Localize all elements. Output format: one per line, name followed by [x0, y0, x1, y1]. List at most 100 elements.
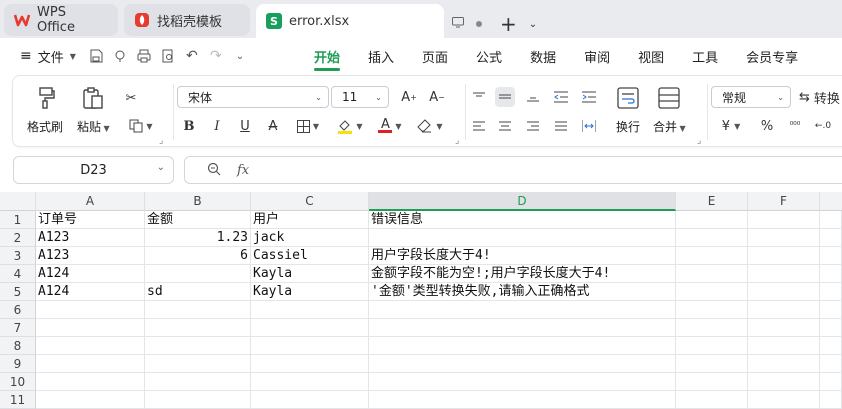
- cell-f8[interactable]: [748, 337, 820, 355]
- column-header-b[interactable]: B: [145, 192, 251, 211]
- cell-x9[interactable]: [820, 355, 842, 373]
- tab-wps-office[interactable]: WPS Office: [4, 4, 118, 36]
- chevron-down-icon[interactable]: ⌄: [230, 46, 250, 66]
- cell-a4[interactable]: A124: [36, 265, 145, 283]
- cell-b11[interactable]: [145, 391, 251, 409]
- cell-e3[interactable]: [676, 247, 748, 265]
- cell-x11[interactable]: [820, 391, 842, 409]
- row-header-3[interactable]: 3: [0, 247, 36, 265]
- tab-home[interactable]: 开始: [300, 38, 354, 74]
- tab-review[interactable]: 审阅: [570, 38, 624, 74]
- cell-b8[interactable]: [145, 337, 251, 355]
- align-left-icon[interactable]: [469, 116, 489, 136]
- cell-c11[interactable]: [251, 391, 369, 409]
- number-format-select[interactable]: 常规 ⌄: [711, 86, 791, 108]
- cut-icon[interactable]: ✂: [121, 88, 141, 108]
- row-header-6[interactable]: 6: [0, 301, 36, 319]
- cell-a5[interactable]: A124: [36, 283, 145, 301]
- wrap-text-button[interactable]: 换行: [615, 84, 641, 135]
- save-icon[interactable]: [86, 46, 106, 66]
- cell-f5[interactable]: [748, 283, 820, 301]
- align-bottom-icon[interactable]: [523, 87, 543, 107]
- tab-docer-templates[interactable]: 找稻壳模板: [124, 4, 250, 36]
- formula-input[interactable]: fx: [184, 156, 842, 184]
- currency-format-icon[interactable]: ¥ ▼: [713, 116, 749, 136]
- row-header-11[interactable]: 11: [0, 391, 36, 409]
- print-icon[interactable]: [134, 46, 154, 66]
- cell-c7[interactable]: [251, 319, 369, 337]
- tab-error-xlsx[interactable]: S error.xlsx: [256, 4, 444, 38]
- italic-icon[interactable]: I: [207, 116, 227, 136]
- cell-b1[interactable]: 金额: [145, 211, 251, 229]
- name-box[interactable]: D23 ⌄: [13, 156, 174, 184]
- column-header-d[interactable]: D: [369, 192, 676, 211]
- cell-d7[interactable]: [369, 319, 676, 337]
- print-preview-icon[interactable]: [158, 46, 178, 66]
- redo-icon[interactable]: ↷: [206, 46, 226, 66]
- cell-x7[interactable]: [820, 319, 842, 337]
- cell-e5[interactable]: [676, 283, 748, 301]
- cell-a10[interactable]: [36, 373, 145, 391]
- file-menu-button[interactable]: ≡ 文件 ▼: [14, 43, 82, 69]
- cell-d9[interactable]: [369, 355, 676, 373]
- cell-b9[interactable]: [145, 355, 251, 373]
- cell-e6[interactable]: [676, 301, 748, 319]
- cell-a6[interactable]: [36, 301, 145, 319]
- cell-x5[interactable]: [820, 283, 842, 301]
- row-header-4[interactable]: 4: [0, 265, 36, 283]
- increase-font-icon[interactable]: A +: [399, 87, 419, 107]
- distributed-align-icon[interactable]: [579, 116, 599, 136]
- thousands-separator-icon[interactable]: ⁰⁰⁰: [785, 116, 805, 136]
- row-header-9[interactable]: 9: [0, 355, 36, 373]
- alignment-dialog-launcher-icon[interactable]: ⌟: [697, 136, 701, 146]
- cell-d10[interactable]: [369, 373, 676, 391]
- cell-d5[interactable]: '金额'类型转换失败,请输入正确格式: [369, 283, 676, 301]
- cell-d8[interactable]: [369, 337, 676, 355]
- merge-cells-button[interactable]: 合并 ▼: [653, 84, 686, 135]
- font-name-select[interactable]: 宋体 ⌄: [177, 86, 329, 108]
- cell-f11[interactable]: [748, 391, 820, 409]
- row-header-7[interactable]: 7: [0, 319, 36, 337]
- cell-b5[interactable]: sd: [145, 283, 251, 301]
- cell-a8[interactable]: [36, 337, 145, 355]
- cell-x1[interactable]: [820, 211, 842, 229]
- cell-f3[interactable]: [748, 247, 820, 265]
- fill-color-icon[interactable]: ▼: [333, 116, 367, 136]
- zoom-search-icon[interactable]: [207, 162, 221, 179]
- cell-b3[interactable]: 6: [145, 247, 251, 265]
- cell-x4[interactable]: [820, 265, 842, 283]
- cell-f4[interactable]: [748, 265, 820, 283]
- cell-b6[interactable]: [145, 301, 251, 319]
- cell-e9[interactable]: [676, 355, 748, 373]
- cell-d2[interactable]: [369, 229, 676, 247]
- cell-c5[interactable]: Kayla: [251, 283, 369, 301]
- paste-button[interactable]: 粘贴 ▼: [77, 84, 110, 135]
- justify-icon[interactable]: [551, 116, 571, 136]
- strikethrough-icon[interactable]: A: [263, 116, 283, 136]
- borders-icon[interactable]: ▼: [291, 116, 325, 136]
- tab-view[interactable]: 视图: [624, 38, 678, 74]
- font-dialog-launcher-icon[interactable]: ⌟: [455, 136, 459, 146]
- cell-d3[interactable]: 用户字段长度大于4!: [369, 247, 676, 265]
- clipboard-dialog-launcher-icon[interactable]: ⌟: [159, 136, 163, 146]
- cell-f6[interactable]: [748, 301, 820, 319]
- cell-a2[interactable]: A123: [36, 229, 145, 247]
- tab-member[interactable]: 会员专享: [732, 38, 812, 74]
- font-size-select[interactable]: 11 ⌄: [331, 86, 389, 108]
- tab-page[interactable]: 页面: [408, 38, 462, 74]
- cell-d1[interactable]: 错误信息: [369, 211, 676, 229]
- align-top-icon[interactable]: [469, 87, 489, 107]
- cell-f2[interactable]: [748, 229, 820, 247]
- cell-e2[interactable]: [676, 229, 748, 247]
- cell-e1[interactable]: [676, 211, 748, 229]
- undo-icon[interactable]: ↶: [182, 46, 202, 66]
- cell-c6[interactable]: [251, 301, 369, 319]
- row-header-1[interactable]: 1: [0, 211, 36, 229]
- copy-icon[interactable]: ▼: [123, 116, 159, 136]
- percent-format-icon[interactable]: %: [757, 116, 777, 136]
- row-header-10[interactable]: 10: [0, 373, 36, 391]
- format-painter-button[interactable]: 格式刷: [27, 84, 63, 135]
- cell-c2[interactable]: jack: [251, 229, 369, 247]
- cell-b4[interactable]: [145, 265, 251, 283]
- column-header-e[interactable]: E: [676, 192, 748, 211]
